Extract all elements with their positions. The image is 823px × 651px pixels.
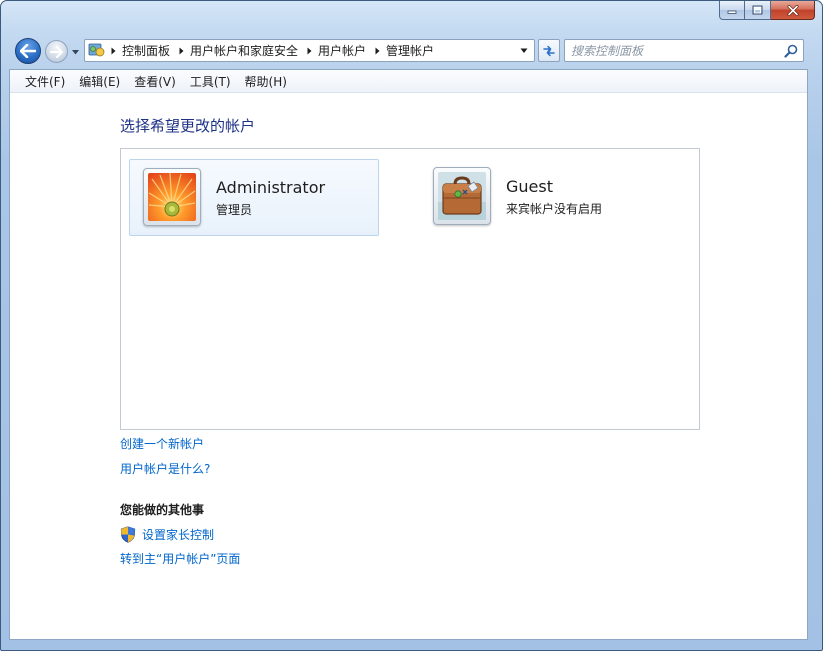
- minimize-icon: [727, 10, 737, 14]
- account-status: 来宾帐户没有启用: [506, 202, 603, 216]
- maximize-button[interactable]: [745, 1, 771, 20]
- breadcrumb-control-panel[interactable]: 控制面板: [120, 42, 174, 59]
- refresh-button[interactable]: [538, 39, 560, 62]
- other-tasks-heading: 您能做的其他事: [120, 503, 205, 517]
- content-area: 文件(F) 编辑(E) 查看(V) 工具(T) 帮助(H) 选择希望更改的帐户: [9, 69, 808, 640]
- menu-help[interactable]: 帮助(H): [238, 71, 294, 92]
- menu-view[interactable]: 查看(V): [127, 71, 183, 92]
- parental-controls-row[interactable]: 设置家长控制: [120, 525, 214, 543]
- breadcrumb-user-accounts-family-safety[interactable]: 用户帐户和家庭安全: [188, 42, 302, 59]
- menu-tools[interactable]: 工具(T): [183, 71, 238, 92]
- what-is-user-account-link[interactable]: 用户帐户是什么?: [120, 460, 210, 477]
- account-name: Guest: [506, 177, 553, 196]
- explorer-window: 控制面板 用户帐户和家庭安全 用户帐户 管理帐户 搜索控制面板 文件(F) 编辑…: [0, 0, 823, 651]
- forward-arrow-icon: [50, 45, 63, 58]
- search-box[interactable]: [564, 39, 804, 62]
- search-input[interactable]: [571, 42, 771, 59]
- menu-edit[interactable]: 编辑(E): [72, 71, 127, 92]
- breadcrumb-separator-icon[interactable]: [370, 43, 384, 59]
- breadcrumb-manage-accounts[interactable]: 管理帐户: [384, 42, 438, 59]
- page-title: 选择希望更改的帐户: [120, 117, 256, 135]
- orange-flower-picture: [143, 168, 201, 226]
- parental-controls-link[interactable]: 设置家长控制: [142, 526, 214, 543]
- menu-file[interactable]: 文件(F): [18, 71, 72, 92]
- main-user-accounts-page-link[interactable]: 转到主“用户帐户”页面: [120, 550, 240, 567]
- back-arrow-icon: [20, 44, 36, 58]
- address-dropdown-icon[interactable]: [520, 47, 528, 54]
- account-tile-administrator[interactable]: Administrator 管理员: [129, 159, 379, 236]
- accounts-panel: Administrator 管理员 Guest 来宾帐户没有启用: [120, 148, 700, 430]
- recent-pages-dropdown-icon[interactable]: [71, 48, 80, 56]
- caption-buttons: [719, 1, 815, 21]
- briefcase-picture: [433, 167, 491, 225]
- uac-shield-icon: [120, 525, 136, 543]
- account-name: Administrator: [216, 178, 326, 197]
- back-button[interactable]: [15, 38, 41, 64]
- navigation-bar: 控制面板 用户帐户和家庭安全 用户帐户 管理帐户: [9, 35, 816, 67]
- address-bar[interactable]: 控制面板 用户帐户和家庭安全 用户帐户 管理帐户: [84, 39, 535, 62]
- account-tile-guest[interactable]: Guest 来宾帐户没有启用: [421, 159, 671, 236]
- control-panel-icon: [88, 43, 105, 57]
- create-account-link[interactable]: 创建一个新帐户: [120, 435, 204, 452]
- refresh-icon: [543, 45, 555, 56]
- search-icon[interactable]: [784, 44, 798, 58]
- menu-bar: 文件(F) 编辑(E) 查看(V) 工具(T) 帮助(H): [10, 70, 807, 93]
- account-status: 管理员: [216, 203, 253, 217]
- close-button[interactable]: [771, 1, 815, 20]
- breadcrumb-user-accounts[interactable]: 用户帐户: [316, 42, 370, 59]
- breadcrumb-separator-icon[interactable]: [174, 43, 188, 59]
- breadcrumb-separator-icon[interactable]: [302, 43, 316, 59]
- maximize-icon: [752, 5, 763, 15]
- close-icon: [787, 4, 798, 16]
- breadcrumb-separator-icon[interactable]: [106, 43, 120, 59]
- minimize-button[interactable]: [719, 1, 745, 20]
- forward-button[interactable]: [45, 40, 68, 63]
